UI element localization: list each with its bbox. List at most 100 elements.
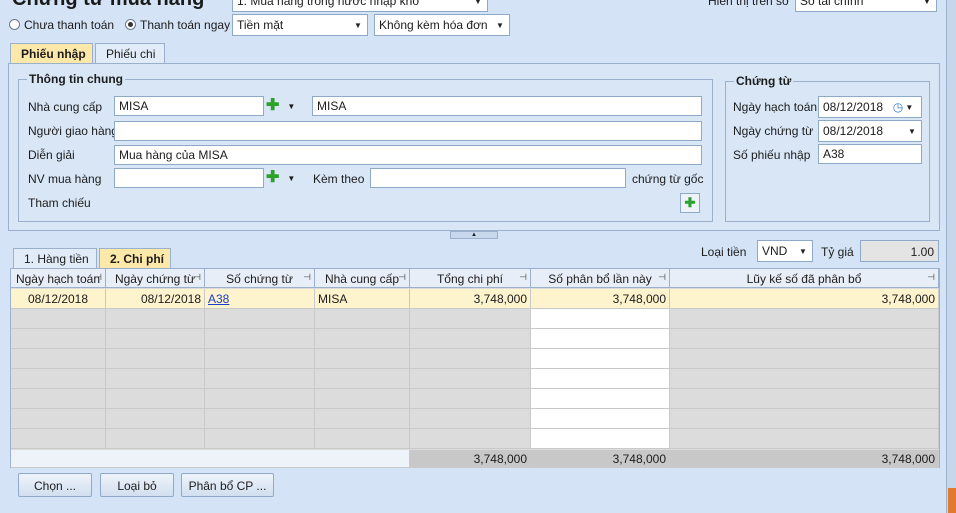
empty-cell[interactable] xyxy=(11,369,106,389)
empty-cell[interactable] xyxy=(11,389,106,409)
cell-doc-no[interactable]: A38 xyxy=(205,289,315,309)
empty-cell[interactable] xyxy=(531,389,670,409)
empty-cell[interactable] xyxy=(205,349,315,369)
empty-cell[interactable] xyxy=(205,389,315,409)
empty-cell[interactable] xyxy=(315,309,410,329)
table-row-empty[interactable] xyxy=(11,369,939,389)
empty-cell[interactable] xyxy=(670,409,939,429)
cell-total-cost[interactable]: 3,748,000 xyxy=(410,289,531,309)
empty-cell[interactable] xyxy=(531,309,670,329)
cell-doc-date[interactable]: 08/12/2018 xyxy=(106,289,205,309)
paid-radio[interactable]: Thanh toán ngay xyxy=(125,18,230,32)
table-row-empty[interactable] xyxy=(11,309,939,329)
empty-cell[interactable] xyxy=(410,329,531,349)
supplier-name-input[interactable]: MISA xyxy=(312,96,702,116)
empty-cell[interactable] xyxy=(106,389,205,409)
allocate-button[interactable]: Phân bổ CP ... xyxy=(181,473,274,497)
cell-supplier[interactable]: MISA xyxy=(315,289,410,309)
empty-cell[interactable] xyxy=(315,409,410,429)
doc-no-link[interactable]: A38 xyxy=(208,292,229,306)
cell-allocated-cumulative[interactable]: 3,748,000 xyxy=(670,289,939,309)
table-row[interactable]: 08/12/2018 08/12/2018 A38 MISA 3,748,000… xyxy=(11,289,939,309)
empty-cell[interactable] xyxy=(205,369,315,389)
col-supplier[interactable]: Nhà cung cấp ⊣ xyxy=(315,269,410,288)
tab-phieu-chi[interactable]: Phiếu chi xyxy=(95,43,165,63)
empty-cell[interactable] xyxy=(315,389,410,409)
supplier-add-button[interactable]: ✚ ▼ xyxy=(266,96,304,116)
col-posting-date[interactable]: Ngày hạch toán ⊣ xyxy=(11,269,106,288)
col-total-cost[interactable]: Tổng chi phí ⊣ xyxy=(410,269,531,288)
tab-phieu-nhap[interactable]: Phiếu nhập xyxy=(10,43,93,63)
col-allocated-now[interactable]: Số phân bổ lần này ⊣ xyxy=(531,269,670,288)
empty-cell[interactable] xyxy=(531,369,670,389)
empty-cell[interactable] xyxy=(205,429,315,449)
col-doc-date[interactable]: Ngày chứng từ ⊣ xyxy=(106,269,205,288)
empty-cell[interactable] xyxy=(205,409,315,429)
empty-cell[interactable] xyxy=(11,429,106,449)
col-allocated-cumulative[interactable]: Lũy kế số đã phân bổ ⊣ xyxy=(670,269,939,288)
description-input[interactable]: Mua hàng của MISA xyxy=(114,145,702,165)
empty-cell[interactable] xyxy=(410,389,531,409)
empty-cell[interactable] xyxy=(106,329,205,349)
table-row-empty[interactable] xyxy=(11,329,939,349)
empty-cell[interactable] xyxy=(670,329,939,349)
table-row-empty[interactable] xyxy=(11,409,939,429)
buyer-input[interactable] xyxy=(114,168,264,188)
remove-button[interactable]: Loại bỏ xyxy=(100,473,174,497)
empty-cell[interactable] xyxy=(670,429,939,449)
empty-cell[interactable] xyxy=(531,409,670,429)
empty-cell[interactable] xyxy=(670,369,939,389)
attach-input[interactable] xyxy=(370,168,626,188)
supplier-code-input[interactable]: MISA xyxy=(114,96,264,116)
empty-cell[interactable] xyxy=(315,369,410,389)
empty-cell[interactable] xyxy=(205,329,315,349)
payment-method-select[interactable]: Tiền mặt ▼ xyxy=(232,14,368,36)
empty-cell[interactable] xyxy=(106,409,205,429)
posting-date-input[interactable]: 08/12/2018 ◷ ▼ xyxy=(818,96,922,118)
empty-cell[interactable] xyxy=(670,389,939,409)
empty-cell[interactable] xyxy=(531,349,670,369)
empty-cell[interactable] xyxy=(11,309,106,329)
tab-hang-tien[interactable]: 1. Hàng tiền xyxy=(13,248,97,268)
reference-search-button[interactable]: ✚ xyxy=(680,193,700,213)
table-row-empty[interactable] xyxy=(11,349,939,369)
buyer-add-button[interactable]: ✚ ▼ xyxy=(266,168,304,188)
empty-cell[interactable] xyxy=(410,309,531,329)
cell-allocated-now[interactable]: 3,748,000 xyxy=(531,289,670,309)
empty-cell[interactable] xyxy=(410,409,531,429)
empty-cell[interactable] xyxy=(106,349,205,369)
empty-cell[interactable] xyxy=(410,349,531,369)
receipt-no-input[interactable]: A38 xyxy=(818,144,922,164)
empty-cell[interactable] xyxy=(11,329,106,349)
empty-cell[interactable] xyxy=(106,309,205,329)
empty-cell[interactable] xyxy=(205,309,315,329)
rate-input[interactable]: 1.00 xyxy=(860,240,939,262)
empty-cell[interactable] xyxy=(11,409,106,429)
tab-chi-phi[interactable]: 2. Chi phí xyxy=(99,248,171,268)
empty-cell[interactable] xyxy=(315,429,410,449)
table-row-empty[interactable] xyxy=(11,389,939,409)
empty-cell[interactable] xyxy=(106,429,205,449)
empty-cell[interactable] xyxy=(410,429,531,449)
empty-cell[interactable] xyxy=(410,369,531,389)
empty-cell[interactable] xyxy=(315,329,410,349)
empty-cell[interactable] xyxy=(670,349,939,369)
view-select[interactable]: Sổ tài chính ▼ xyxy=(795,0,937,12)
empty-cell[interactable] xyxy=(11,349,106,369)
invoice-select[interactable]: Không kèm hóa đơn ▼ xyxy=(374,14,510,36)
empty-cell[interactable] xyxy=(670,309,939,329)
cell-posting-date[interactable]: 08/12/2018 xyxy=(11,289,106,309)
currency-select[interactable]: VND ▼ xyxy=(757,240,813,262)
doc-date-input[interactable]: 08/12/2018 ▼ xyxy=(818,120,922,142)
purchase-type-select[interactable]: 1. Mua hàng trong nước nhập kho ▼ xyxy=(232,0,488,12)
splitter-handle[interactable]: ▲ xyxy=(450,231,498,239)
empty-cell[interactable] xyxy=(106,369,205,389)
choose-button[interactable]: Chọn ... xyxy=(18,473,92,497)
table-row-empty[interactable] xyxy=(11,429,939,449)
deliverer-input[interactable] xyxy=(114,121,702,141)
empty-cell[interactable] xyxy=(315,349,410,369)
col-doc-no[interactable]: Số chứng từ ⊣ xyxy=(205,269,315,288)
empty-cell[interactable] xyxy=(531,429,670,449)
unpaid-radio[interactable]: Chưa thanh toán xyxy=(9,18,114,32)
empty-cell[interactable] xyxy=(531,329,670,349)
